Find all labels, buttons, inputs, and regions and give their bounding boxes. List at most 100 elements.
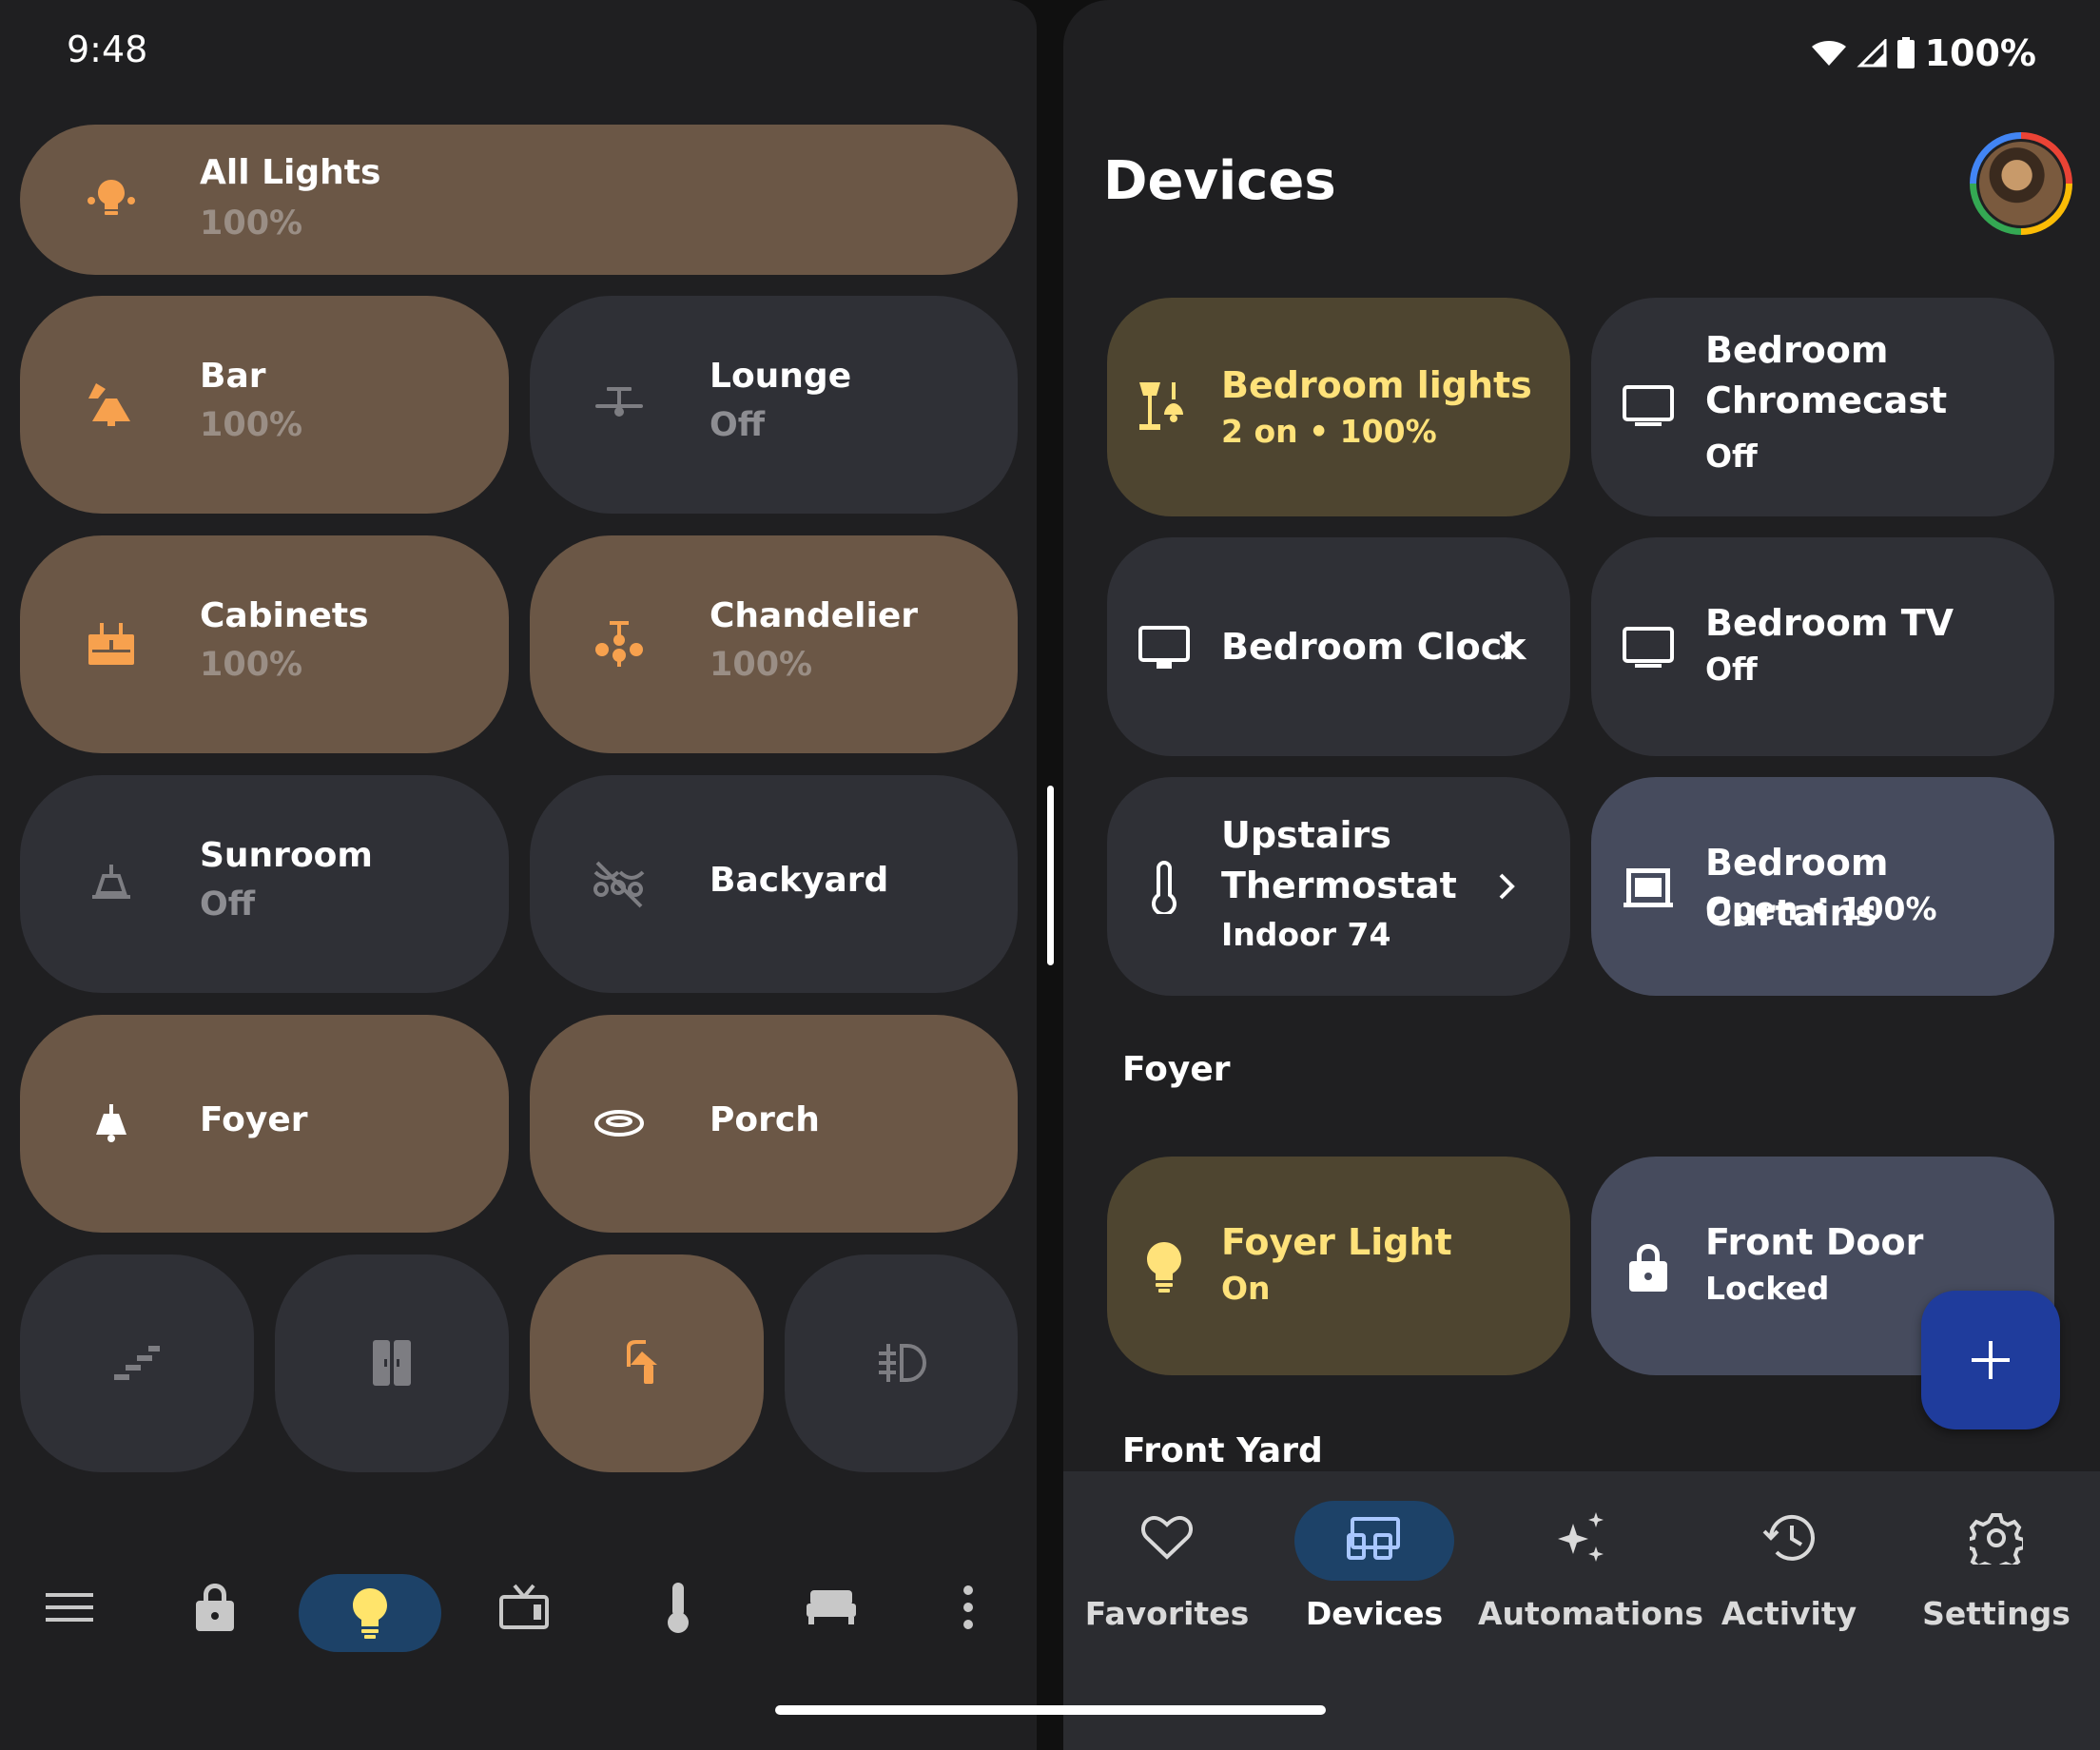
tile-upstairs-thermostat[interactable]: Upstairs Thermostat Indoor 74: [1107, 777, 1570, 996]
status-time: 9:48: [67, 29, 148, 70]
tile-foyer-light[interactable]: Foyer Light On: [1107, 1157, 1570, 1375]
nav-activity[interactable]: Activity: [1685, 1471, 1893, 1662]
tile-fog-light[interactable]: [785, 1254, 1018, 1472]
section-header-foyer: Foyer: [1122, 1050, 1231, 1089]
tile-foyer-name: Foyer: [200, 1100, 308, 1139]
lock-icon[interactable]: [186, 1579, 243, 1636]
nav-automations-label: Automations: [1478, 1595, 1704, 1632]
tile-bedroom-curtains-sub: Open • 100%: [1705, 890, 1937, 927]
tile-bedroom-tv-name: Bedroom TV: [1705, 602, 1954, 644]
thermometer-icon: [1136, 859, 1193, 916]
tv-icon: [1620, 619, 1677, 676]
tile-foyer-light-name: Foyer Light: [1221, 1221, 1452, 1263]
tile-upstairs-thermostat-name: Upstairs Thermostat: [1221, 814, 1457, 906]
tile-chandelier-name: Chandelier: [710, 596, 919, 635]
tile-bedroom-clock[interactable]: Bedroom Clock: [1107, 537, 1570, 756]
lights-panel: 9:48 All Lights 100% Bar 100% Lounge Off…: [0, 0, 1037, 1750]
tile-cabinets-value: 100%: [200, 646, 303, 684]
heart-icon: [1138, 1509, 1196, 1566]
tile-stairs[interactable]: [20, 1254, 254, 1472]
battery-icon: [1896, 37, 1915, 68]
tile-foyer[interactable]: Foyer: [20, 1015, 509, 1233]
tile-backyard-name: Backyard: [710, 861, 889, 900]
tile-foyer-light-sub: On: [1221, 1270, 1271, 1307]
nav-favorites-label: Favorites: [1084, 1595, 1250, 1632]
tile-all-lights-value: 100%: [200, 204, 303, 243]
thermometer-icon[interactable]: [650, 1579, 707, 1636]
ceiling-light-icon: [591, 1095, 648, 1152]
lights-group-icon: [83, 170, 140, 227]
avatar[interactable]: [1970, 132, 2072, 235]
tile-bedroom-lights-name: Bedroom lights: [1221, 364, 1532, 406]
tile-sunroom[interactable]: Sunroom Off: [20, 775, 509, 993]
chevron-right-icon: [1497, 632, 1516, 666]
tile-cabinets[interactable]: Cabinets 100%: [20, 535, 509, 753]
tile-sunroom-name: Sunroom: [200, 836, 373, 875]
page-title: Devices: [1103, 150, 1336, 212]
battery-percent: 100%: [1924, 32, 2036, 74]
nav-activity-label: Activity: [1721, 1595, 1857, 1632]
tile-closet[interactable]: [275, 1254, 509, 1472]
tile-cabinets-name: Cabinets: [200, 596, 369, 635]
tile-chandelier[interactable]: Chandelier 100%: [530, 535, 1018, 753]
lightbulb-icon: [1136, 1238, 1193, 1295]
tile-floor-lamp[interactable]: [530, 1254, 764, 1472]
ceiling-fan-icon: [591, 376, 648, 433]
menu-icon[interactable]: [41, 1579, 98, 1636]
tile-porch-name: Porch: [710, 1100, 820, 1139]
tile-lounge[interactable]: Lounge Off: [530, 296, 1018, 514]
tile-bar-name: Bar: [200, 357, 266, 396]
tile-bedroom-chromecast-name: Bedroom Chromecast: [1705, 329, 1948, 421]
devices-icon: [1346, 1509, 1403, 1566]
nav-settings[interactable]: Settings: [1893, 1471, 2100, 1662]
tile-bar-value: 100%: [200, 406, 303, 444]
section-header-front-yard: Front Yard: [1122, 1431, 1323, 1470]
more-vert-icon[interactable]: [940, 1579, 997, 1636]
nav-automations[interactable]: Automations: [1478, 1471, 1704, 1662]
sparkle-icon: [1553, 1509, 1610, 1566]
fog-light-icon: [873, 1334, 930, 1391]
split-divider-handle[interactable]: [1047, 786, 1054, 965]
gear-icon: [1968, 1509, 2025, 1566]
tile-backyard[interactable]: Backyard: [530, 775, 1018, 993]
lightbulb-icon[interactable]: [341, 1585, 399, 1642]
nav-devices[interactable]: Devices: [1271, 1471, 1478, 1662]
lock-icon: [1620, 1238, 1677, 1295]
add-device-button[interactable]: [1921, 1291, 2060, 1429]
tile-bedroom-curtains[interactable]: Bedroom Curtains Open • 100%: [1591, 777, 2054, 996]
tile-bar[interactable]: Bar 100%: [20, 296, 509, 514]
tile-front-door-sub: Locked: [1705, 1270, 1830, 1307]
history-icon: [1760, 1509, 1818, 1566]
curtains-icon: [1620, 859, 1677, 916]
tile-all-lights[interactable]: All Lights 100%: [20, 125, 1018, 275]
chevron-right-icon: [1497, 871, 1516, 905]
nav-favorites[interactable]: Favorites: [1063, 1471, 1271, 1662]
nav-devices-label: Devices: [1305, 1595, 1444, 1632]
tile-bedroom-tv[interactable]: Bedroom TV Off: [1591, 537, 2054, 756]
tile-bedroom-chromecast-sub: Off: [1705, 438, 1758, 475]
tile-upstairs-thermostat-sub: Indoor 74: [1221, 916, 1391, 953]
chandelier-icon: [591, 615, 648, 672]
tile-bedroom-tv-sub: Off: [1705, 651, 1758, 688]
avatar-image: [1976, 139, 2066, 228]
string-lights-off-icon: [591, 855, 648, 912]
plus-icon: [1972, 1341, 2010, 1379]
tile-bedroom-chromecast[interactable]: Bedroom Chromecast Off: [1591, 298, 2054, 516]
wardrobe-icon: [363, 1334, 420, 1391]
tile-bedroom-lights-sub: 2 on • 100%: [1221, 413, 1437, 450]
tile-sunroom-value: Off: [200, 885, 256, 924]
cabinet-light-icon: [83, 615, 140, 672]
bed-icon[interactable]: [803, 1579, 860, 1636]
status-icons: 100%: [1811, 32, 2036, 74]
lamps-icon: [1136, 378, 1193, 435]
tile-all-lights-name: All Lights: [200, 153, 381, 192]
devices-panel: 100% Devices Bedroom lights 2 on • 100% …: [1063, 0, 2100, 1750]
bar-lamp-icon: [83, 376, 140, 433]
tile-porch[interactable]: Porch: [530, 1015, 1018, 1233]
gesture-home-bar[interactable]: [775, 1705, 1326, 1715]
tile-bedroom-lights[interactable]: Bedroom lights 2 on • 100%: [1107, 298, 1570, 516]
tile-bedroom-clock-name: Bedroom Clock: [1221, 626, 1526, 668]
tile-front-door-name: Front Door: [1705, 1221, 1924, 1263]
tile-lounge-name: Lounge: [710, 357, 852, 396]
tv-icon[interactable]: [496, 1579, 553, 1636]
